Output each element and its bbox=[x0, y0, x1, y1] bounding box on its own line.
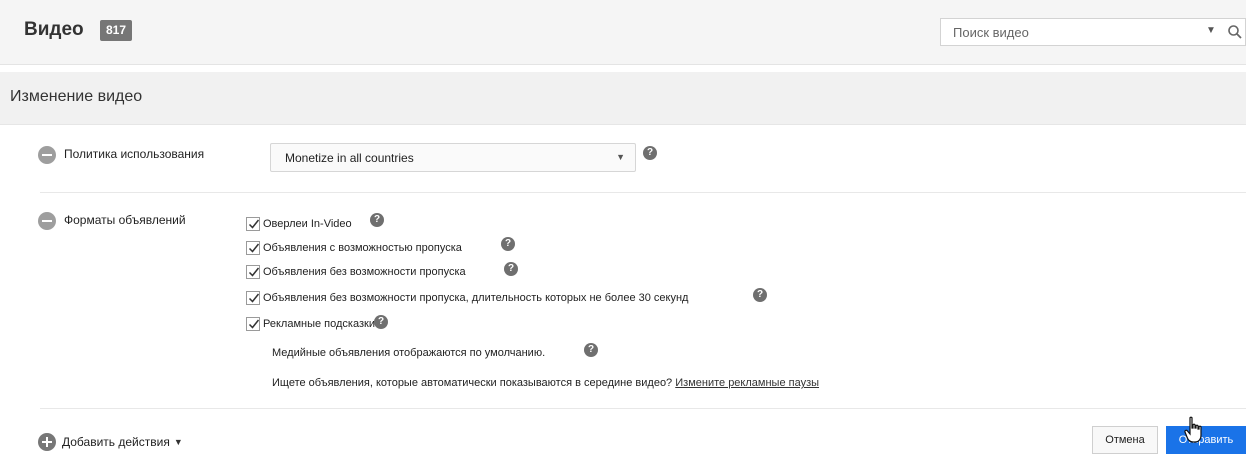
submit-button[interactable]: Отправить bbox=[1166, 426, 1246, 454]
add-actions-label: Добавить действия bbox=[62, 435, 170, 449]
check-icon bbox=[248, 267, 260, 277]
cancel-button[interactable]: Отмена bbox=[1092, 426, 1158, 454]
plus-icon bbox=[38, 433, 56, 451]
display-ads-note: Медийные объявления отображаются по умол… bbox=[272, 347, 546, 359]
video-count-badge: 817 bbox=[100, 20, 133, 41]
section-header: Изменение видео bbox=[0, 72, 1246, 125]
usage-policy-selected: Monetize in all countries bbox=[285, 151, 414, 165]
help-icon[interactable]: ? bbox=[374, 315, 388, 329]
checkbox-skippable-ads[interactable] bbox=[246, 241, 260, 255]
hand-cursor-icon bbox=[1184, 416, 1202, 443]
help-icon[interactable]: ? bbox=[753, 288, 767, 302]
caret-down-icon: ▼ bbox=[173, 437, 183, 447]
search-input[interactable] bbox=[941, 19, 1193, 45]
usage-policy-select[interactable]: Monetize in all countries ▼ bbox=[270, 143, 636, 172]
checkbox-label: Рекламные подсказки bbox=[263, 318, 375, 330]
row-divider bbox=[40, 192, 1246, 193]
check-icon bbox=[248, 243, 260, 253]
checkbox-label: Оверлеи In-Video bbox=[263, 218, 352, 230]
chevron-down-icon: ▼ bbox=[616, 152, 625, 162]
help-icon[interactable]: ? bbox=[504, 262, 518, 276]
search-dropdown-icon[interactable]: ▼ bbox=[1206, 25, 1216, 36]
checkbox-nonskippable-30s-ads[interactable] bbox=[246, 291, 260, 305]
checkbox-label: Объявления без возможности пропуска bbox=[263, 266, 466, 278]
check-icon bbox=[248, 293, 260, 303]
section-title: Изменение видео bbox=[10, 88, 143, 105]
remove-usage-policy-icon[interactable] bbox=[38, 146, 56, 164]
help-icon[interactable]: ? bbox=[501, 237, 515, 251]
remove-ad-formats-icon[interactable] bbox=[38, 212, 56, 230]
search-icon[interactable] bbox=[1227, 24, 1243, 40]
help-icon[interactable]: ? bbox=[643, 146, 657, 160]
checkbox-sponsored-cards[interactable] bbox=[246, 317, 260, 331]
top-bar: Видео 817 ▼ bbox=[0, 0, 1246, 65]
help-icon[interactable]: ? bbox=[370, 213, 384, 227]
check-icon bbox=[248, 319, 260, 329]
midroll-info: Ищете объявления, которые автоматически … bbox=[272, 377, 819, 389]
add-actions-dropdown[interactable]: Добавить действия ▼ bbox=[38, 431, 183, 453]
usage-policy-label: Политика использования bbox=[64, 147, 205, 161]
row-divider bbox=[40, 408, 1246, 409]
check-icon bbox=[248, 219, 260, 229]
midroll-question: Ищете объявления, которые автоматически … bbox=[272, 377, 673, 389]
search-box[interactable]: ▼ bbox=[940, 18, 1246, 46]
checkbox-overlay-invideo[interactable] bbox=[246, 217, 260, 231]
checkbox-label: Объявления с возможностью пропуска bbox=[263, 242, 462, 254]
help-icon[interactable]: ? bbox=[584, 343, 598, 357]
ad-formats-label: Форматы объявлений bbox=[64, 213, 186, 227]
checkbox-nonskippable-ads[interactable] bbox=[246, 265, 260, 279]
change-ad-breaks-link[interactable]: Измените рекламные паузы bbox=[675, 377, 819, 389]
checkbox-label: Объявления без возможности пропуска, дли… bbox=[263, 292, 689, 304]
page-title: Видео bbox=[24, 19, 84, 40]
